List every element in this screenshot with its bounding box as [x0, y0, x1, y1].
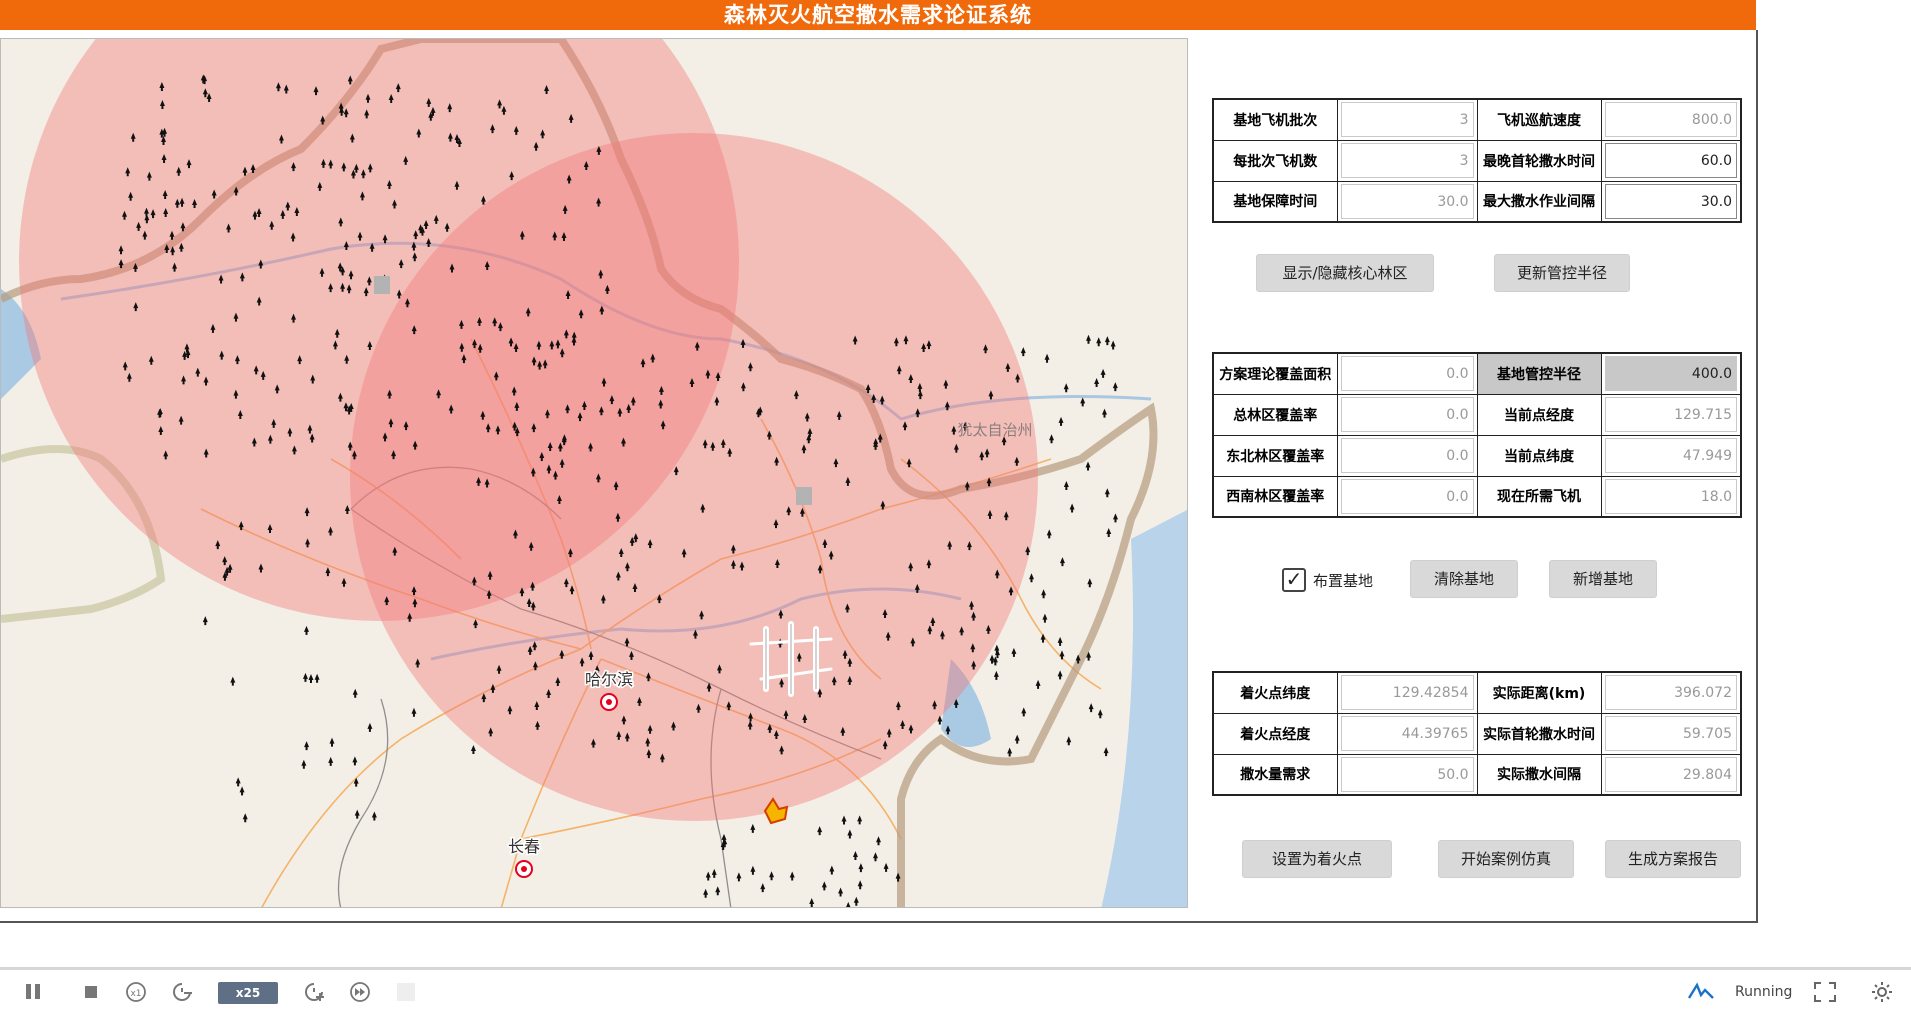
value-theory-area: 0.0	[1340, 356, 1474, 392]
coverage-table: 方案理论覆盖面积 0.0 基地管控半径 400.0 总林区覆盖率 0.0 当前点…	[1212, 352, 1742, 518]
app-title: 森林灭火航空撒水需求论证系统	[0, 0, 1756, 30]
label-actual-first-drop: 实际首轮撒水时间	[1476, 712, 1602, 755]
generate-report-button[interactable]: 生成方案报告	[1605, 840, 1741, 878]
place-base-checkbox[interactable]: ✓	[1282, 568, 1306, 592]
label-cruise-speed: 飞机巡航速度	[1476, 98, 1602, 141]
settings-icon[interactable]	[1870, 980, 1896, 1006]
toggle-core-forest-button[interactable]: 显示/隐藏核心林区	[1256, 254, 1434, 292]
value-current-lon: 129.715	[1604, 397, 1737, 432]
value-current-lat: 47.949	[1604, 438, 1737, 473]
value-sw-coverage: 0.0	[1340, 478, 1474, 514]
value-actual-distance: 396.072	[1604, 675, 1737, 711]
status-label: Running	[1735, 984, 1793, 1000]
input-planes-per-batch[interactable]: 3	[1340, 143, 1474, 178]
map-view[interactable]: 哈尔滨 长春 犹太自治州	[0, 38, 1188, 908]
stop-icon[interactable]	[80, 980, 102, 1006]
label-current-lon: 当前点经度	[1476, 393, 1602, 436]
value-total-coverage: 0.0	[1340, 397, 1474, 432]
slow-down-icon[interactable]	[170, 980, 196, 1006]
city-label-harbin: 哈尔滨	[585, 670, 633, 689]
input-cruise-speed[interactable]: 800.0	[1604, 102, 1737, 138]
value-fire-lat: 129.42854	[1340, 675, 1474, 711]
label-current-lat: 当前点纬度	[1476, 434, 1602, 477]
label-ne-coverage: 东北林区覆盖率	[1212, 434, 1338, 477]
label-actual-distance: 实际距离(km)	[1476, 671, 1602, 714]
label-fire-lon: 着火点经度	[1212, 712, 1338, 755]
label-max-drop-interval: 最大撒水作业间隔	[1476, 180, 1602, 223]
blank-tool-icon[interactable]	[395, 980, 417, 1006]
input-max-drop-interval[interactable]: 30.0	[1604, 183, 1737, 219]
fullscreen-icon[interactable]	[1812, 980, 1838, 1006]
speed-x1-icon[interactable]: x1	[124, 980, 148, 1006]
label-theory-area: 方案理论覆盖面积	[1212, 352, 1338, 395]
value-planes-needed: 18.0	[1604, 478, 1737, 514]
input-base-support-time[interactable]: 30.0	[1340, 183, 1474, 219]
status-graph-icon	[1686, 980, 1716, 1006]
label-fire-lat: 着火点纬度	[1212, 671, 1338, 714]
value-ne-coverage: 0.0	[1340, 438, 1474, 473]
label-sw-coverage: 西南林区覆盖率	[1212, 475, 1338, 518]
params-table: 基地飞机批次 3 飞机巡航速度 800.0 每批次飞机数 3 最晚首轮撒水时间 …	[1212, 98, 1742, 223]
value-fire-lon: 44.39765	[1340, 716, 1474, 751]
fire-table: 着火点纬度 129.42854 实际距离(km) 396.072 着火点经度 4…	[1212, 671, 1742, 796]
label-planes-per-batch: 每批次飞机数	[1212, 139, 1338, 182]
base-marker-2	[796, 487, 812, 505]
label-total-coverage: 总林区覆盖率	[1212, 393, 1338, 436]
set-fire-point-button[interactable]: 设置为着火点	[1242, 840, 1392, 878]
label-water-demand: 撒水量需求	[1212, 753, 1338, 796]
speed-indicator: x25	[218, 982, 278, 1004]
update-radius-button[interactable]: 更新管控半径	[1494, 254, 1630, 292]
region-label: 犹太自治州	[957, 421, 1032, 439]
place-base-label: 布置基地	[1313, 572, 1374, 590]
coverage-circle-south	[350, 133, 1038, 821]
label-latest-first-drop: 最晚首轮撒水时间	[1476, 139, 1602, 182]
toolbar-separator	[0, 967, 1911, 970]
input-base-radius[interactable]: 400.0	[1604, 356, 1737, 392]
start-simulation-button[interactable]: 开始案例仿真	[1438, 840, 1574, 878]
svg-text:x1: x1	[130, 989, 141, 999]
input-latest-first-drop[interactable]: 60.0	[1604, 143, 1737, 178]
label-planes-needed: 现在所需飞机	[1476, 475, 1602, 518]
add-base-button[interactable]: 新增基地	[1549, 560, 1657, 598]
label-base-batches: 基地飞机批次	[1212, 98, 1338, 141]
base-marker-1	[374, 276, 390, 294]
label-actual-interval: 实际撒水间隔	[1476, 753, 1602, 796]
speed-up-icon[interactable]	[302, 980, 328, 1006]
input-water-demand[interactable]: 50.0	[1340, 756, 1474, 792]
value-actual-first-drop: 59.705	[1604, 716, 1737, 751]
value-actual-interval: 29.804	[1604, 756, 1737, 792]
clear-base-button[interactable]: 清除基地	[1410, 560, 1518, 598]
input-base-batches[interactable]: 3	[1340, 102, 1474, 138]
fast-forward-icon[interactable]	[348, 980, 372, 1006]
label-base-radius: 基地管控半径	[1476, 352, 1602, 395]
label-base-support-time: 基地保障时间	[1212, 180, 1338, 223]
city-label-changchun: 长春	[508, 837, 540, 856]
map-canvas[interactable]: 哈尔滨 长春 犹太自治州	[1, 39, 1188, 908]
pause-icon[interactable]	[22, 980, 44, 1006]
